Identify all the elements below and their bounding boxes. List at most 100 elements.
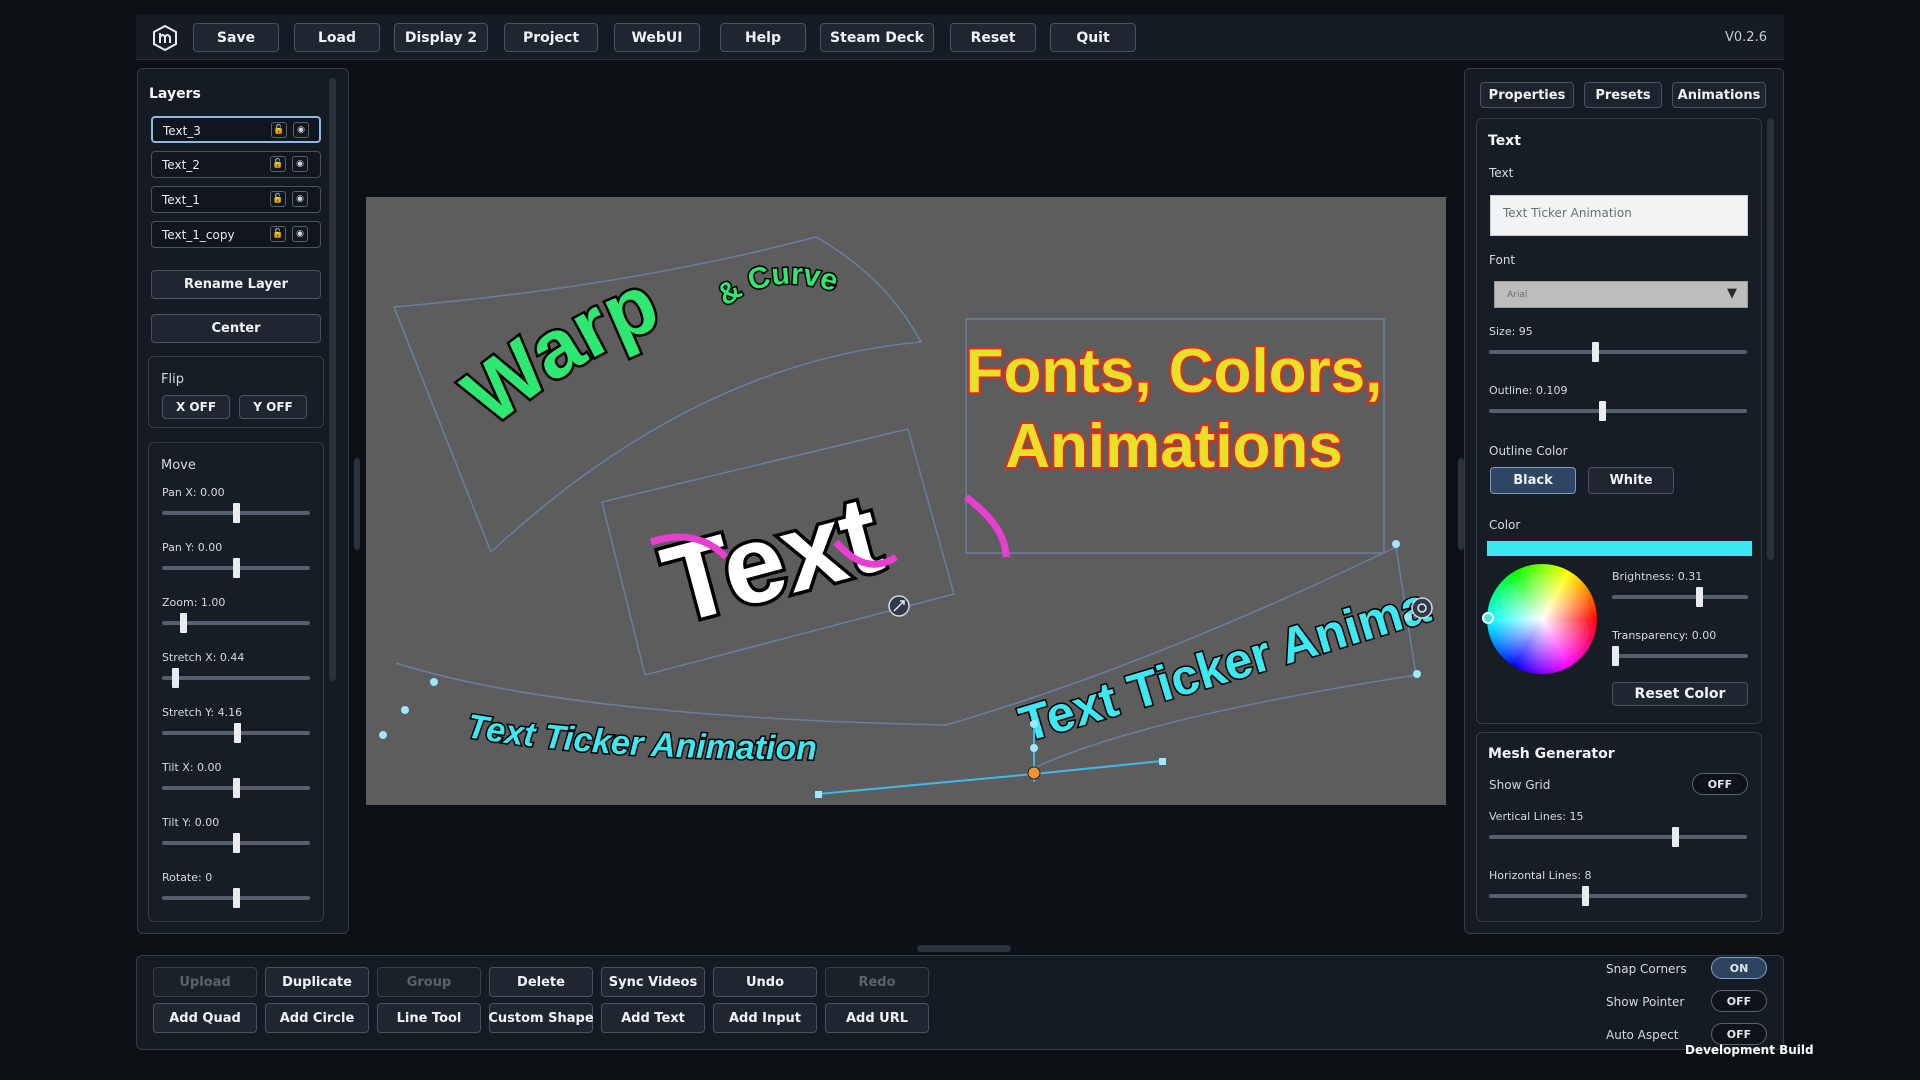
custom-shape-button[interactable]: Custom Shape (488, 1003, 594, 1033)
menu-display-2-button[interactable]: Display 2 (394, 23, 488, 52)
eye-icon[interactable]: ◉ (293, 122, 309, 138)
warp-text: Warp (435, 252, 682, 449)
color-label: Color (1489, 518, 1521, 532)
outline-white-button[interactable]: White (1588, 467, 1674, 494)
pan-y-slider-thumb[interactable] (232, 558, 240, 578)
menu-reset-button[interactable]: Reset (950, 23, 1036, 52)
size-slider-track[interactable] (1489, 350, 1747, 354)
reset-color-button[interactable]: Reset Color (1612, 682, 1748, 706)
menu-webui-button[interactable]: WebUI (614, 23, 700, 52)
brightness-slider-thumb[interactable] (1695, 587, 1703, 607)
layer-item[interactable]: Text_1_copy 🔓 ◉ (151, 221, 321, 248)
sync-videos-button[interactable]: Sync Videos (601, 967, 705, 997)
auto-aspect-toggle[interactable]: OFF (1711, 1023, 1767, 1045)
vertical-lines-slider-label: Vertical Lines: 15 (1489, 810, 1584, 823)
horizontal-lines-slider-track[interactable] (1489, 894, 1747, 898)
svg-text:Warp: Warp (438, 255, 680, 447)
outline-slider-track[interactable] (1489, 409, 1747, 413)
show-grid-toggle[interactable]: OFF (1692, 773, 1748, 795)
flip-x-button[interactable]: X OFF (162, 395, 230, 419)
chevron-down-icon: ▼ (1727, 286, 1737, 301)
show-pointer-label: Show Pointer (1606, 995, 1685, 1009)
menu-quit-button[interactable]: Quit (1050, 23, 1136, 52)
stretch-x-slider-thumb[interactable] (171, 668, 179, 688)
line-tool-button[interactable]: Line Tool (377, 1003, 481, 1033)
color-swatch[interactable] (1487, 541, 1752, 556)
menu-load-button[interactable]: Load (294, 23, 380, 52)
stretch-x-slider-track[interactable] (162, 676, 310, 680)
tab-properties[interactable]: Properties (1480, 82, 1574, 108)
transparency-slider-track[interactable] (1612, 654, 1748, 658)
redo-button: Redo (825, 967, 929, 997)
left-scrollbar[interactable] (329, 78, 336, 681)
tilt-y-slider-thumb[interactable] (232, 833, 240, 853)
lock-icon[interactable]: 🔓 (270, 226, 286, 242)
brightness-slider-track[interactable] (1612, 595, 1748, 599)
zoom-slider-thumb[interactable] (180, 613, 188, 633)
pan-x-slider-thumb[interactable] (232, 503, 240, 523)
size-slider-thumb[interactable] (1591, 342, 1599, 362)
tab-animations[interactable]: Animations (1672, 82, 1766, 108)
text-section-title: Text (1488, 133, 1521, 149)
text-input[interactable]: Text Ticker Animation (1490, 195, 1748, 236)
lock-icon[interactable]: 🔓 (271, 122, 287, 138)
vertical-lines-slider-thumb[interactable] (1672, 827, 1680, 847)
right-divider-handle[interactable] (1458, 458, 1464, 550)
layer-item[interactable]: Text_3 🔓 ◉ (151, 116, 321, 143)
outline-slider-thumb[interactable] (1599, 401, 1607, 421)
size-slider-label: Size: 95 (1489, 325, 1533, 338)
eye-icon[interactable]: ◉ (292, 191, 308, 207)
left-divider-handle[interactable] (354, 458, 360, 550)
layer-item[interactable]: Text_1 🔓 ◉ (151, 186, 321, 213)
duplicate-button[interactable]: Duplicate (265, 967, 369, 997)
eye-icon[interactable]: ◉ (292, 156, 308, 172)
add-quad-button[interactable]: Add Quad (153, 1003, 257, 1033)
transparency-slider-thumb[interactable] (1612, 646, 1619, 666)
version-label: V0.2.6 (1725, 30, 1767, 45)
fonts-text-line1: Fonts, Colors, (966, 337, 1383, 406)
menu-help-button[interactable]: Help (720, 23, 806, 52)
rename-layer-button[interactable]: Rename Layer (151, 270, 321, 299)
tab-presets[interactable]: Presets (1584, 82, 1662, 108)
layer-name: Text_3 (163, 124, 201, 138)
fonts-text-line2: Animations (1005, 412, 1343, 481)
bottom-divider-handle[interactable] (917, 945, 1011, 952)
flip-y-button[interactable]: Y OFF (239, 395, 307, 419)
add-text-button[interactable]: Add Text (601, 1003, 705, 1033)
pan-y-slider-label: Pan Y: 0.00 (162, 541, 223, 554)
menu-save-button[interactable]: Save (193, 23, 279, 52)
layer-item[interactable]: Text_2 🔓 ◉ (151, 151, 321, 178)
menu-project-button[interactable]: Project (504, 23, 598, 52)
color-wheel-picker[interactable] (1482, 612, 1494, 624)
menu-steam-deck-button[interactable]: Steam Deck (820, 23, 934, 52)
layer-name: Text_1 (162, 193, 200, 207)
add-input-button[interactable]: Add Input (713, 1003, 817, 1033)
tilt-x-slider-thumb[interactable] (232, 778, 240, 798)
stretch-y-slider-label: Stretch Y: 4.16 (162, 706, 243, 719)
show-pointer-toggle[interactable]: OFF (1711, 990, 1767, 1012)
add-circle-button[interactable]: Add Circle (265, 1003, 369, 1033)
horizontal-lines-slider-thumb[interactable] (1581, 886, 1589, 906)
add-url-button[interactable]: Add URL (825, 1003, 929, 1033)
upload-button: Upload (153, 967, 257, 997)
rotate-slider-thumb[interactable] (232, 888, 240, 908)
stretch-y-slider-thumb[interactable] (233, 723, 241, 743)
eye-icon[interactable]: ◉ (292, 226, 308, 242)
vertical-lines-slider-track[interactable] (1489, 835, 1747, 839)
right-scrollbar[interactable] (1767, 118, 1774, 560)
canvas[interactable]: Warp & Curve Fonts, Colors, Animations T… (366, 197, 1446, 805)
snap-corners-toggle[interactable]: ON (1711, 957, 1767, 979)
delete-button[interactable]: Delete (489, 967, 593, 997)
stretch-x-slider-label: Stretch X: 0.44 (162, 651, 245, 664)
svg-text:Text Ticker Animation: Text Ticker Animation (465, 707, 817, 767)
rotate-slider-label: Rotate: 0 (162, 871, 213, 884)
font-dropdown[interactable]: Arial ▼ (1494, 281, 1748, 308)
lock-icon[interactable]: 🔓 (270, 156, 286, 172)
lock-icon[interactable]: 🔓 (270, 191, 286, 207)
center-button[interactable]: Center (151, 314, 321, 343)
undo-button[interactable]: Undo (713, 967, 817, 997)
zoom-slider-label: Zoom: 1.00 (162, 596, 226, 609)
color-wheel[interactable] (1482, 564, 1597, 674)
outline-black-button[interactable]: Black (1490, 467, 1576, 494)
outline-slider-label: Outline: 0.109 (1489, 384, 1568, 397)
